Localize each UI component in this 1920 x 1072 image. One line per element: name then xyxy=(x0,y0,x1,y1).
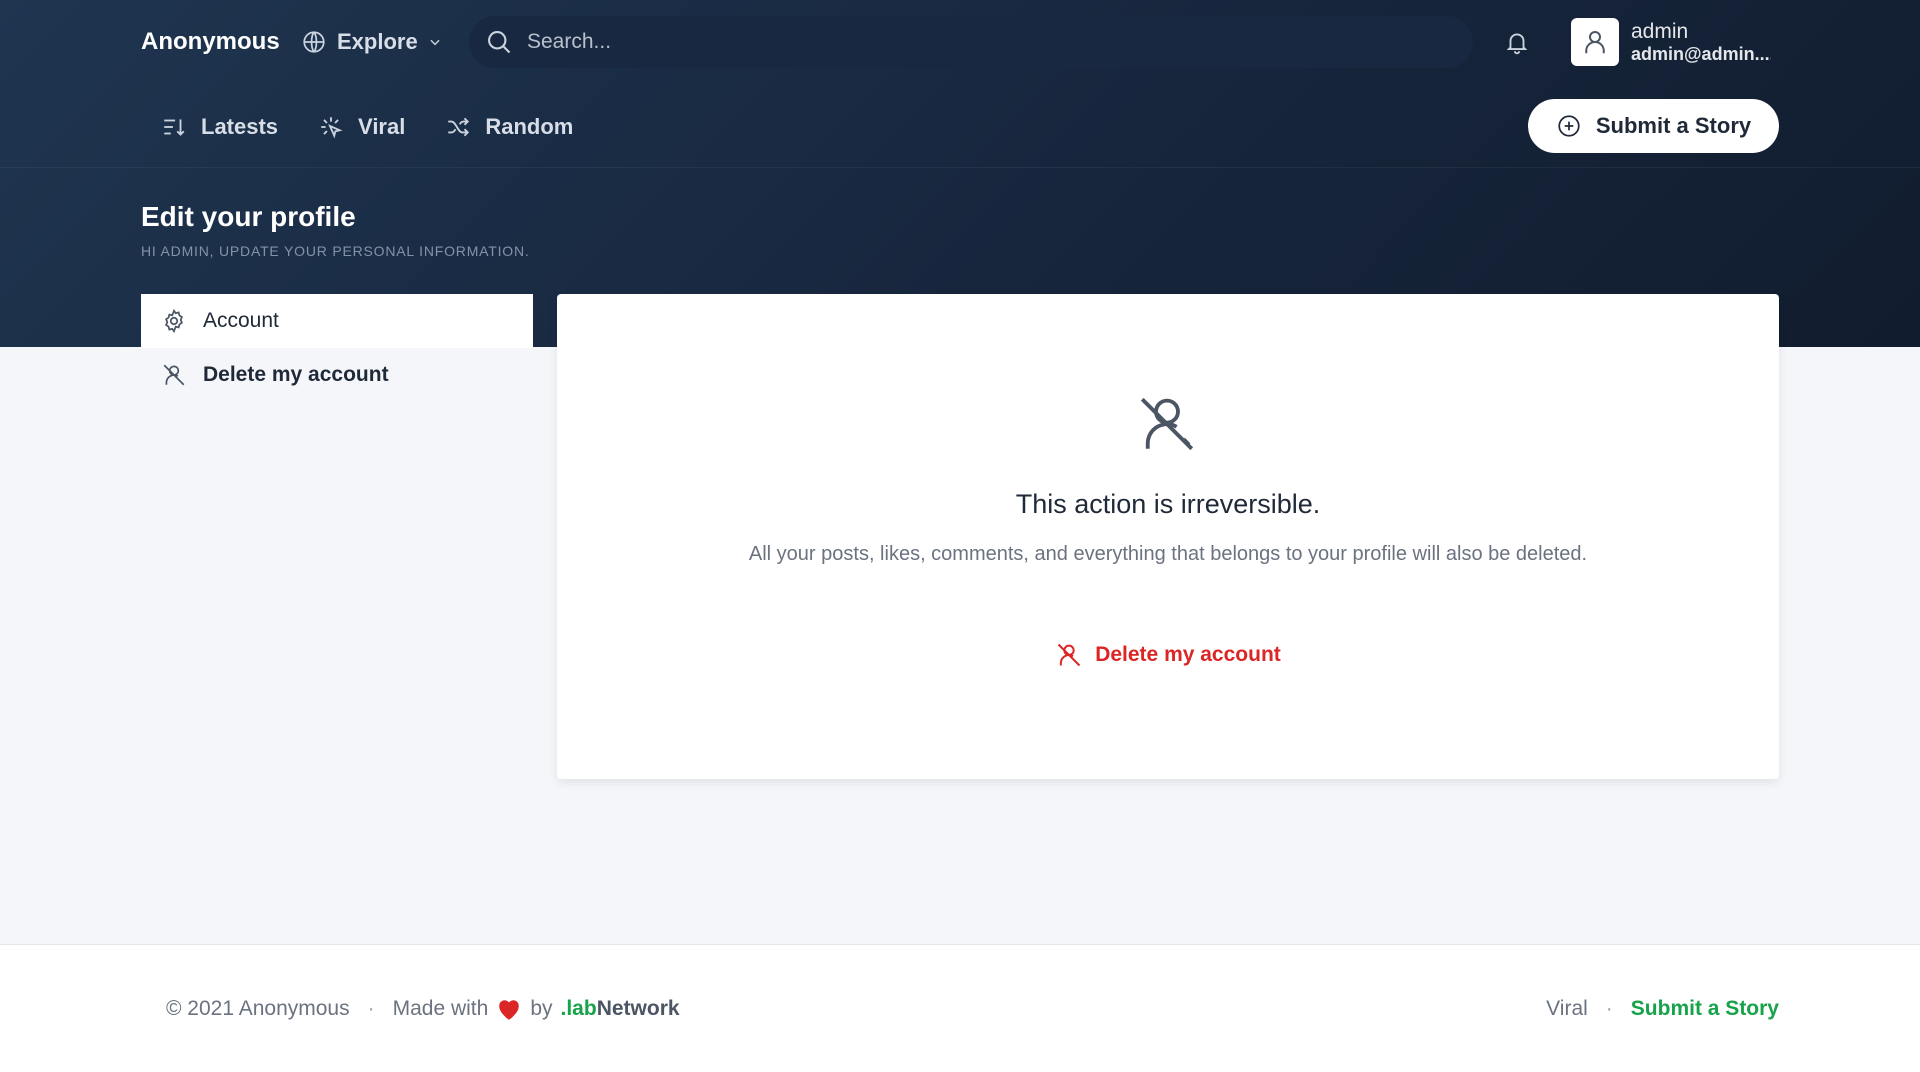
search-icon xyxy=(488,31,511,54)
footer-credits: © 2021 Anonymous · Made with by .labNetw… xyxy=(166,997,680,1021)
nav-item-random[interactable]: Random xyxy=(445,114,573,140)
page-subtitle: HI ADMIN, UPDATE YOUR PERSONAL INFORMATI… xyxy=(141,243,530,259)
search-input[interactable] xyxy=(527,30,1427,54)
footer-link-viral[interactable]: Viral xyxy=(1546,997,1588,1021)
user-off-icon xyxy=(1058,643,1081,667)
submit-story-label: Submit a Story xyxy=(1595,113,1752,138)
sidebar-item-delete-account[interactable]: Delete my account xyxy=(141,348,533,402)
user-email: admin@admin.... xyxy=(1631,43,1771,64)
header-row: Anonymous Explore Search... admin admin@… xyxy=(141,14,1779,70)
delete-account-label: Delete my account xyxy=(1095,643,1281,666)
brand-logo[interactable]: Anonymous xyxy=(141,28,301,56)
shuffle-icon xyxy=(448,117,470,137)
search-bar xyxy=(469,16,1473,68)
page-title: Edit your profile xyxy=(141,201,356,232)
nav-item-latests[interactable]: Latests xyxy=(161,114,278,140)
footer: © 2021 Anonymous · Made with by .labNetw… xyxy=(0,944,1920,1072)
heart-icon xyxy=(499,1000,520,1020)
made-with-text: Made with xyxy=(392,997,489,1020)
submit-story-button[interactable]: Submit a Story xyxy=(1528,99,1779,153)
sidebar-label-account: Account xyxy=(203,309,279,332)
gear-icon xyxy=(165,308,183,334)
globe-icon xyxy=(303,31,325,53)
labnetwork-link[interactable]: .labNetwork xyxy=(561,997,680,1021)
category-nav: Latests Viral Random Submit a Story xyxy=(141,99,1779,155)
sort-icon xyxy=(164,119,185,136)
footer-links: Viral · Submit a Story xyxy=(1546,997,1779,1021)
user-icon xyxy=(1585,31,1605,54)
chevron-down-icon xyxy=(430,39,440,46)
user-menu[interactable]: admin admin@admin.... xyxy=(1571,18,1771,66)
top-navigation: Anonymous Explore Search... admin admin@… xyxy=(0,0,1920,168)
explore-label: Explore xyxy=(337,29,418,54)
footer-separator: · xyxy=(367,997,375,1020)
user-off-icon xyxy=(163,364,185,386)
nav-label-latests: Latests xyxy=(201,114,279,139)
header-divider xyxy=(0,167,1920,168)
labnetwork-suffix: Network xyxy=(596,997,680,1020)
footer-link-submit-story[interactable]: Submit a Story xyxy=(1631,997,1779,1021)
user-off-icon xyxy=(1140,397,1194,451)
notifications-button[interactable] xyxy=(1499,24,1535,60)
nav-item-viral[interactable]: Viral xyxy=(318,114,405,140)
bell-icon xyxy=(1506,33,1528,55)
delete-account-button[interactable]: Delete my account xyxy=(557,641,1779,669)
avatar xyxy=(1571,18,1619,66)
explore-dropdown[interactable]: Explore xyxy=(301,29,469,55)
labnetwork-prefix: .lab xyxy=(560,997,597,1020)
warning-title: This action is irreversible. xyxy=(1015,489,1321,519)
sparkle-icon xyxy=(321,117,343,139)
footer-separator: · xyxy=(1605,997,1613,1020)
copyright-text: © 2021 Anonymous xyxy=(166,997,350,1020)
user-info: admin admin@admin.... xyxy=(1631,20,1771,65)
nav-label-random: Random xyxy=(485,114,574,139)
user-name: admin xyxy=(1631,19,1689,43)
nav-label-viral: Viral xyxy=(358,114,406,139)
sidebar-item-account[interactable]: Account xyxy=(141,294,533,348)
sidebar-label-delete: Delete my account xyxy=(203,363,389,386)
by-text: by xyxy=(530,997,553,1020)
profile-sidebar: Account Delete my account xyxy=(141,294,533,402)
delete-account-card: This action is irreversible. All your po… xyxy=(557,294,1779,779)
warning-description: All your posts, likes, comments, and eve… xyxy=(748,543,1588,565)
plus-circle-icon xyxy=(1558,115,1580,137)
